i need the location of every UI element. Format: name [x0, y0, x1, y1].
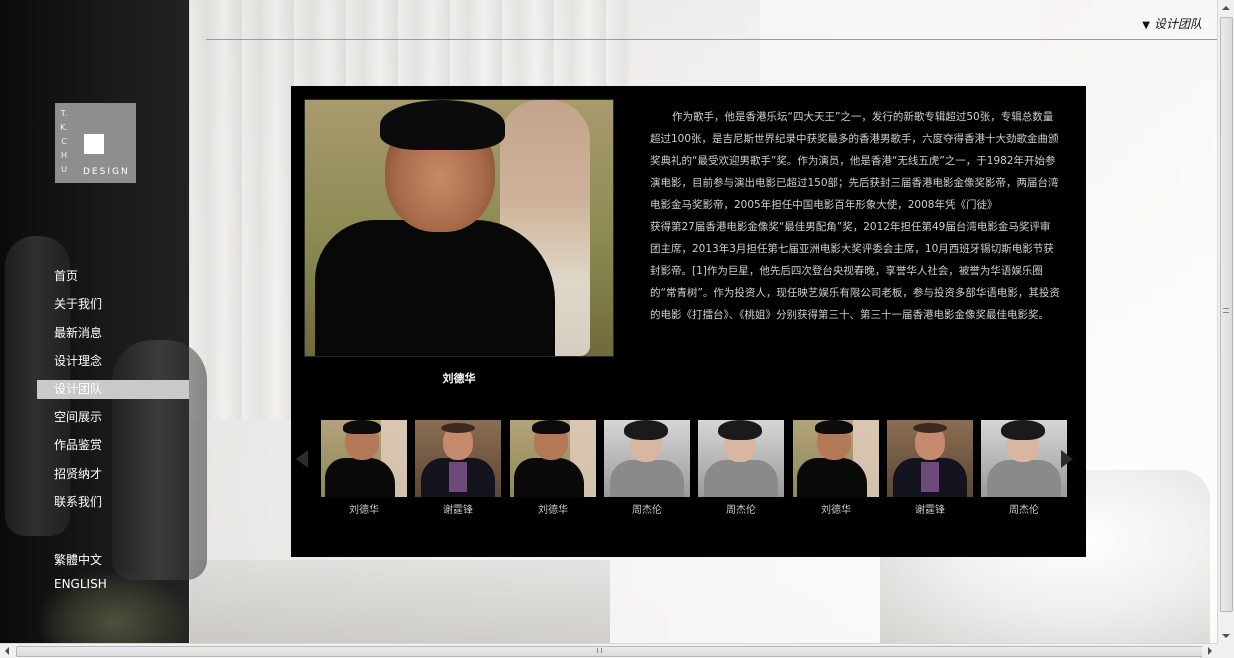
thumbnail-item[interactable]: 刘德华 [510, 420, 596, 516]
nav-item-design-concept[interactable]: 设计理念 [0, 347, 189, 375]
scroll-left-icon[interactable] [0, 644, 16, 658]
thumbnail-item[interactable]: 刘德华 [321, 420, 407, 516]
language-switcher: 繁體中文 ENGLISH [54, 548, 107, 596]
thumbnail-image [604, 420, 690, 497]
logo-letter: U [61, 165, 67, 174]
nav-item-news[interactable]: 最新消息 [0, 319, 189, 347]
thumbnail-image [793, 420, 879, 497]
nav-item-works[interactable]: 作品鉴赏 [0, 431, 189, 459]
featured-portrait [304, 99, 614, 357]
thumbnail-image [887, 420, 973, 497]
lang-english[interactable]: ENGLISH [54, 572, 107, 596]
thumbnail-name: 刘德华 [538, 505, 568, 516]
scroll-down-icon[interactable] [1218, 628, 1234, 644]
thumbnail-item[interactable]: 周杰伦 [604, 420, 690, 516]
thumbnail-list: 刘德华 谢霆锋 刘德华 周杰伦 周杰伦 刘德华 谢霆锋 周杰伦 [321, 420, 1067, 520]
thumbnail-name: 周杰伦 [632, 505, 662, 516]
window-image [760, 0, 1040, 86]
biography: 作为歌手，他是香港乐坛“四大天王”之一，发行的新歌专辑超过50张，专辑总数量超过… [650, 106, 1060, 326]
logo[interactable]: T. K. C H U DESIGN [55, 103, 136, 183]
thumbnail-name: 周杰伦 [726, 505, 756, 516]
thumbnail-name: 刘德华 [349, 505, 379, 516]
team-member-panel: 刘德华 作为歌手，他是香港乐坛“四大天王”之一，发行的新歌专辑超过50张，专辑总… [291, 86, 1086, 557]
nav-item-space-showcase[interactable]: 空间展示 [0, 403, 189, 431]
chevron-right-icon[interactable] [1061, 450, 1073, 468]
logo-letter: H [60, 151, 67, 160]
portrait-body [315, 220, 555, 356]
chevron-left-icon[interactable] [296, 450, 308, 468]
logo-word: DESIGN [83, 167, 130, 177]
header-divider [206, 39, 1218, 40]
logo-square [84, 134, 104, 154]
thumbnail-image [510, 420, 596, 497]
thumbnail-name: 谢霆锋 [915, 505, 945, 516]
thumbnail-item[interactable]: 谢霆锋 [887, 420, 973, 516]
thumbnail-name: 刘德华 [821, 505, 851, 516]
logo-letter: T. [60, 109, 68, 118]
thumbnail-image [415, 420, 501, 497]
logo-letter: C [61, 137, 67, 146]
grip-icon [597, 648, 602, 653]
sidebar: T. K. C H U DESIGN 首页 关于我们 最新消息 设计理念 设计团… [0, 0, 207, 644]
scroll-right-icon[interactable] [1202, 644, 1218, 658]
bio-paragraph: 获得第27届香港电影金像奖“最佳男配角”奖，2012年担任第49届台湾电影金马奖… [650, 221, 1060, 321]
nav-item-about[interactable]: 关于我们 [0, 290, 189, 318]
nav-item-home[interactable]: 首页 [0, 262, 189, 290]
logo-letter: K. [60, 123, 68, 132]
thumbnail-image [698, 420, 784, 497]
nav-item-careers[interactable]: 招贤纳才 [0, 460, 189, 488]
thumbnail-item[interactable]: 刘德华 [793, 420, 879, 516]
main-nav: 首页 关于我们 最新消息 设计理念 设计团队 空间展示 作品鉴赏 招贤纳才 联系… [0, 262, 189, 516]
nav-item-design-team[interactable]: 设计团队 [37, 380, 189, 400]
grip-icon [1223, 308, 1229, 313]
vertical-scroll-thumb[interactable] [1220, 17, 1233, 612]
thumbnail-name: 周杰伦 [1009, 505, 1039, 516]
thumbnail-item[interactable]: 谢霆锋 [415, 420, 501, 516]
scrollbar-corner [1218, 644, 1234, 658]
thumbnail-name: 谢霆锋 [443, 505, 473, 516]
thumbnail-image [981, 420, 1067, 497]
portrait-hair [380, 100, 505, 150]
bio-paragraph: 作为歌手，他是香港乐坛“四大天王”之一，发行的新歌专辑超过50张，专辑总数量超过… [650, 111, 1059, 211]
nav-item-contact[interactable]: 联系我们 [0, 488, 189, 516]
table-image [190, 560, 610, 644]
thumbnail-item[interactable]: 周杰伦 [981, 420, 1067, 516]
horizontal-scroll-thumb[interactable] [16, 646, 1204, 657]
horizontal-scrollbar[interactable] [0, 643, 1218, 658]
thumbnail-item[interactable]: 周杰伦 [698, 420, 784, 516]
featured-name: 刘德华 [442, 372, 476, 385]
vertical-scrollbar[interactable] [1217, 0, 1234, 644]
breadcrumb: ▼ 设计团队 [1142, 15, 1202, 32]
thumbnail-carousel: 刘德华 谢霆锋 刘德华 周杰伦 周杰伦 刘德华 谢霆锋 周杰伦 [291, 420, 1086, 520]
thumbnail-image [321, 420, 407, 497]
lang-traditional-chinese[interactable]: 繁體中文 [54, 548, 107, 572]
triangle-down-icon: ▼ [1142, 20, 1150, 31]
logo-vertical-text: T. K. C H U [58, 107, 70, 177]
scroll-up-icon[interactable] [1218, 0, 1234, 16]
breadcrumb-label: 设计团队 [1153, 17, 1202, 31]
